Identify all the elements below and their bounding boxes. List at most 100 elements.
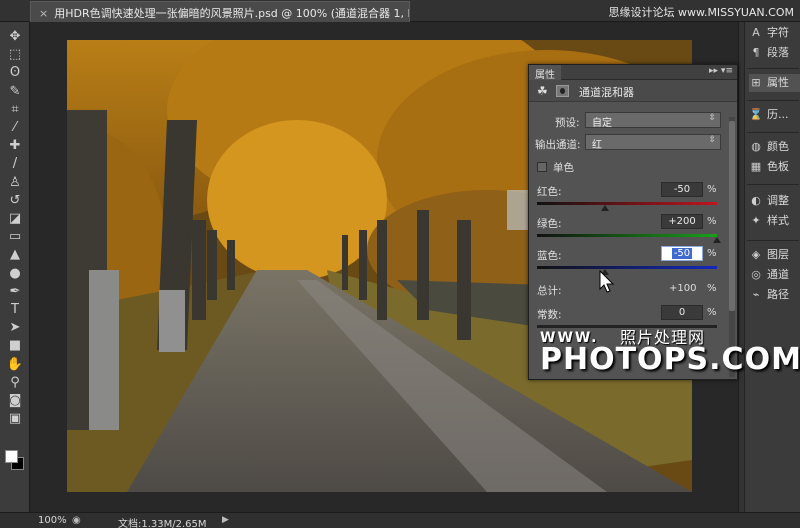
dock-styles[interactable]: ✦ 样式 bbox=[749, 212, 800, 230]
path-select-tool-icon[interactable]: ➤ bbox=[5, 319, 25, 337]
hand-tool-icon[interactable]: ✋ bbox=[5, 356, 25, 374]
red-value-input[interactable]: -50 bbox=[661, 182, 703, 197]
dock-character-icon: A bbox=[752, 26, 760, 39]
blue-slider-track[interactable] bbox=[537, 266, 717, 269]
dock-adjustments-label: 调整 bbox=[767, 194, 789, 207]
quick-select-tool-icon[interactable]: ✎ bbox=[5, 83, 25, 101]
green-value-input[interactable]: +200 bbox=[661, 214, 703, 229]
dock-color-label: 颜色 bbox=[767, 140, 789, 153]
dock-color[interactable]: ◍ 颜色 bbox=[749, 138, 800, 156]
panel-scrollbar-thumb[interactable] bbox=[729, 121, 735, 311]
preset-label: 预设: bbox=[555, 117, 580, 129]
foreground-color-swatch[interactable] bbox=[5, 450, 18, 463]
blue-label: 蓝色: bbox=[537, 250, 562, 262]
output-channel-value: 红 bbox=[592, 140, 602, 151]
red-slider-track[interactable] bbox=[537, 202, 717, 205]
dock-paragraph-icon: ¶ bbox=[752, 46, 760, 59]
history-brush-tool-icon[interactable]: ↺ bbox=[5, 192, 25, 210]
dock-separator bbox=[747, 68, 799, 69]
marquee-tool-icon[interactable]: ⬚ bbox=[5, 46, 25, 64]
dock-layers-icon: ◈ bbox=[751, 248, 761, 261]
blur-tool-icon[interactable]: ▲ bbox=[5, 246, 25, 264]
document-tab-bar: × 用HDR色调快速处理一张偏暗的风景照片.psd @ 100% (通道混合器 1… bbox=[0, 0, 800, 22]
eyedropper-tool-icon[interactable]: ⁄ bbox=[5, 119, 25, 137]
dock-paragraph[interactable]: ¶ 段落 bbox=[749, 44, 800, 62]
export-icon[interactable]: ◉ bbox=[72, 515, 81, 526]
dock-styles-icon: ✦ bbox=[751, 214, 761, 227]
dock-paragraph-label: 段落 bbox=[767, 46, 789, 59]
quick-mask-icon[interactable]: ◙ bbox=[5, 392, 25, 410]
dock-history-icon: ⌛ bbox=[749, 108, 763, 121]
dock-channels[interactable]: ◎ 通道 bbox=[749, 266, 800, 284]
crop-tool-icon[interactable]: ⌗ bbox=[5, 101, 25, 119]
dock-swatches-label: 色板 bbox=[767, 160, 789, 173]
status-bar: 100% ◉ 文档:1.33M/2.65M ▶ bbox=[0, 512, 800, 528]
dock-channels-icon: ◎ bbox=[751, 268, 761, 281]
zoom-tool-icon[interactable]: ⚲ bbox=[5, 374, 25, 392]
blue-value-input[interactable]: -50 bbox=[661, 246, 703, 261]
dock-color-icon: ◍ bbox=[751, 140, 761, 153]
type-tool-icon[interactable]: T bbox=[5, 301, 25, 319]
green-slider-thumb[interactable] bbox=[713, 237, 721, 243]
properties-tab[interactable]: 属性 bbox=[529, 65, 561, 81]
select-arrows-icon: ⇳ bbox=[708, 113, 716, 123]
dock-layers-label: 图层 bbox=[767, 248, 789, 261]
monochrome-label: 单色 bbox=[553, 162, 574, 174]
dock-paths-label: 路径 bbox=[767, 288, 789, 301]
dock-properties[interactable]: ⊞ 属性 bbox=[749, 74, 800, 92]
layer-mask-icon[interactable] bbox=[556, 85, 569, 97]
green-slider-track[interactable] bbox=[537, 234, 717, 237]
dock-swatches[interactable]: ▦ 色板 bbox=[749, 158, 800, 176]
dock-properties-icon: ⊞ bbox=[751, 76, 761, 89]
preset-value: 自定 bbox=[592, 118, 612, 129]
brush-tool-icon[interactable]: / bbox=[5, 155, 25, 173]
preset-select[interactable]: 自定 ⇳ bbox=[585, 112, 721, 129]
status-menu-arrow-icon[interactable]: ▶ bbox=[222, 515, 229, 525]
output-channel-select[interactable]: 红 ⇳ bbox=[585, 134, 721, 151]
dock-paths-icon: ⌁ bbox=[752, 288, 760, 301]
shape-tool-icon[interactable]: ■ bbox=[5, 337, 25, 355]
total-value: +100 bbox=[669, 283, 697, 294]
red-label: 红色: bbox=[537, 186, 562, 198]
red-percent: % bbox=[707, 184, 717, 195]
screen-mode-icon[interactable]: ▣ bbox=[5, 410, 25, 428]
dock-character[interactable]: A 字符 bbox=[749, 24, 800, 42]
total-percent: % bbox=[707, 283, 717, 294]
dock-paths[interactable]: ⌁ 路径 bbox=[749, 286, 800, 304]
red-slider-thumb[interactable] bbox=[600, 205, 609, 211]
dock-channels-label: 通道 bbox=[767, 268, 789, 281]
properties-panel-header: 属性 ▸▸ ▾≡ bbox=[529, 65, 737, 81]
document-tab[interactable]: × 用HDR色调快速处理一张偏暗的风景照片.psd @ 100% (通道混合器 1… bbox=[30, 1, 410, 22]
document-title: 用HDR色调快速处理一张偏暗的风景照片.psd @ 100% (通道混合器 1,… bbox=[54, 7, 409, 20]
zoom-level[interactable]: 100% bbox=[38, 515, 67, 526]
pen-tool-icon[interactable]: ✒ bbox=[5, 283, 25, 301]
dock-swatches-icon: ▦ bbox=[750, 160, 762, 173]
eraser-tool-icon[interactable]: ◪ bbox=[5, 210, 25, 228]
constant-value-input[interactable]: 0 bbox=[661, 305, 703, 320]
healing-brush-tool-icon[interactable]: ✚ bbox=[5, 137, 25, 155]
blue-percent: % bbox=[707, 248, 717, 259]
adjustment-header: ☘ 通道混和器 bbox=[529, 80, 737, 102]
dodge-tool-icon[interactable]: ● bbox=[5, 265, 25, 283]
dock-history-label: 历... bbox=[767, 108, 789, 121]
channel-mixer-icon: ☘ bbox=[537, 84, 548, 98]
dock-layers[interactable]: ◈ 图层 bbox=[749, 246, 800, 264]
lasso-tool-icon[interactable]: ʘ bbox=[5, 64, 25, 82]
dock-adjustments[interactable]: ◐ 调整 bbox=[749, 192, 800, 210]
move-tool-icon[interactable]: ✥ bbox=[5, 28, 25, 46]
site-watermark: 思缘设计论坛 www.MISSYUAN.COM bbox=[608, 6, 794, 19]
adjustment-title: 通道混和器 bbox=[579, 86, 634, 99]
dock-character-label: 字符 bbox=[767, 26, 789, 39]
dock-properties-label: 属性 bbox=[767, 76, 789, 89]
dock-separator bbox=[747, 132, 799, 133]
dock-separator bbox=[747, 100, 799, 101]
gradient-tool-icon[interactable]: ▭ bbox=[5, 228, 25, 246]
panel-menu-icon[interactable]: ▸▸ ▾≡ bbox=[709, 66, 733, 76]
clone-stamp-tool-icon[interactable]: ♙ bbox=[5, 174, 25, 192]
dock-separator bbox=[747, 184, 799, 185]
monochrome-checkbox[interactable] bbox=[537, 162, 547, 172]
dock-history[interactable]: ⌛ 历... bbox=[749, 106, 800, 124]
dock-adjustments-icon: ◐ bbox=[751, 194, 761, 207]
logo-main-text: PHOTOPS.COM bbox=[540, 342, 800, 377]
close-tab-icon[interactable]: × bbox=[39, 7, 48, 20]
